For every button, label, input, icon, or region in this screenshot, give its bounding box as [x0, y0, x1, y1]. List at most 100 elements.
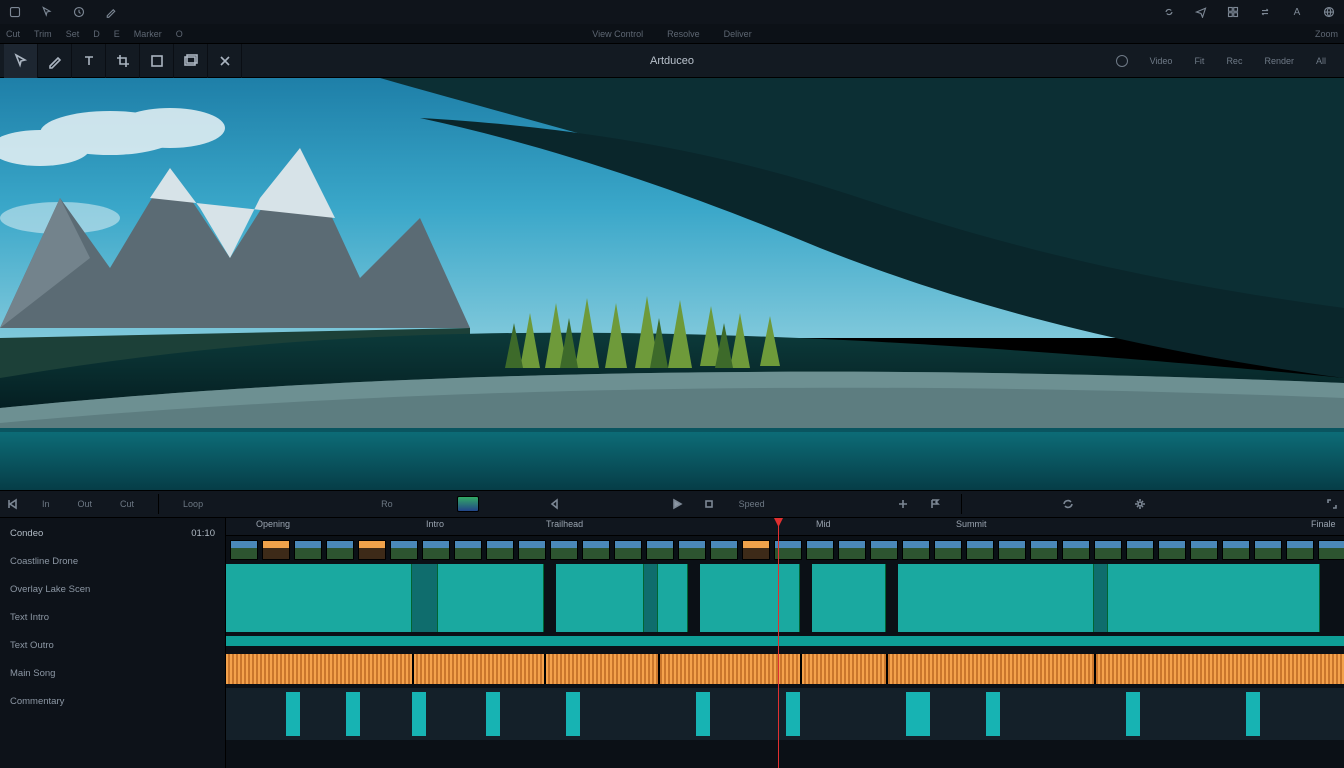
menu-item[interactable]: E — [114, 29, 120, 39]
menu-item[interactable]: Trim — [34, 29, 52, 39]
timeline-thumb[interactable] — [1254, 540, 1282, 560]
track-row[interactable]: Text Intro — [10, 612, 215, 623]
toolbar-opt[interactable]: All — [1316, 56, 1326, 66]
video-clip[interactable] — [556, 564, 644, 632]
timeline-thumb[interactable] — [1062, 540, 1090, 560]
timeline-thumb[interactable] — [614, 540, 642, 560]
marker-block[interactable] — [786, 692, 800, 736]
video-clip[interactable] — [644, 564, 658, 632]
marker-add-icon[interactable] — [897, 498, 909, 510]
menu-item[interactable]: D — [93, 29, 100, 39]
timeline-thumb[interactable] — [646, 540, 674, 560]
timeline-thumb[interactable] — [390, 540, 418, 560]
pen-icon[interactable] — [104, 5, 118, 19]
transport-out[interactable]: Out — [74, 499, 97, 509]
timeline-thumb[interactable] — [518, 540, 546, 560]
tool-text[interactable] — [72, 44, 106, 78]
timeline-ruler[interactable]: OpeningIntroTrailheadMidSummitFinale — [226, 518, 1344, 536]
pointer-icon[interactable] — [40, 5, 54, 19]
swap-icon[interactable] — [1258, 5, 1272, 19]
grid-icon[interactable] — [1226, 5, 1240, 19]
timeline-thumb[interactable] — [742, 540, 770, 560]
audio-lane-1[interactable] — [226, 654, 1344, 684]
marker-block[interactable] — [1246, 692, 1260, 736]
transport-speed[interactable]: Speed — [735, 499, 769, 509]
marker-block[interactable] — [486, 692, 500, 736]
timeline-thumb[interactable] — [1094, 540, 1122, 560]
timeline-thumb[interactable] — [1158, 540, 1186, 560]
menu-item[interactable]: O — [176, 29, 183, 39]
workspace-tab[interactable]: Resolve — [667, 29, 700, 39]
preview-monitor[interactable] — [0, 78, 1344, 490]
marker-block[interactable] — [1126, 692, 1140, 736]
menu-item[interactable]: Set — [66, 29, 80, 39]
tool-frame[interactable] — [140, 44, 174, 78]
track-row[interactable]: Coastline Drone — [10, 556, 215, 567]
timeline-thumb[interactable] — [678, 540, 706, 560]
video-lane-2[interactable] — [226, 688, 1344, 740]
video-clip[interactable] — [1094, 564, 1108, 632]
timeline-thumb[interactable] — [294, 540, 322, 560]
play-icon[interactable] — [671, 498, 683, 510]
send-icon[interactable] — [1194, 5, 1208, 19]
video-clip[interactable] — [658, 564, 688, 632]
timeline-thumb[interactable] — [358, 540, 386, 560]
transport-in[interactable]: In — [38, 499, 54, 509]
toolbar-opt[interactable]: Rec — [1226, 56, 1242, 66]
letter-a-icon[interactable]: A — [1290, 5, 1304, 19]
tool-fx[interactable] — [208, 44, 242, 78]
current-frame-thumb[interactable] — [457, 496, 479, 512]
timeline-thumb[interactable] — [1286, 540, 1314, 560]
timeline-thumb[interactable] — [550, 540, 578, 560]
menu-item[interactable]: Marker — [134, 29, 162, 39]
tool-layers[interactable] — [174, 44, 208, 78]
goto-start-icon[interactable] — [6, 498, 18, 510]
track-row[interactable]: Main Song — [10, 668, 215, 679]
timeline-thumb[interactable] — [710, 540, 738, 560]
timeline-thumb[interactable] — [838, 540, 866, 560]
timeline-thumb[interactable] — [262, 540, 290, 560]
marker-block[interactable] — [986, 692, 1000, 736]
marker-block[interactable] — [916, 692, 930, 736]
video-clip[interactable] — [1108, 564, 1320, 632]
transport-loop[interactable]: Loop — [179, 499, 207, 509]
timeline-thumb[interactable] — [1030, 540, 1058, 560]
timeline-thumb[interactable] — [870, 540, 898, 560]
video-clip[interactable] — [226, 564, 412, 632]
settings-icon[interactable] — [1134, 498, 1146, 510]
video-clip[interactable] — [438, 564, 544, 632]
globe-icon[interactable] — [1322, 5, 1336, 19]
timeline-thumb[interactable] — [1126, 540, 1154, 560]
track-row[interactable]: Overlay Lake Scen — [10, 584, 215, 595]
timeline-thumb[interactable] — [486, 540, 514, 560]
toolbar-opt[interactable]: Fit — [1194, 56, 1204, 66]
tool-select[interactable] — [4, 44, 38, 78]
timeline-thumb[interactable] — [806, 540, 834, 560]
timeline-thumb[interactable] — [966, 540, 994, 560]
track-row[interactable]: Text Outro — [10, 640, 215, 651]
toolbar-opt[interactable]: Video — [1150, 56, 1173, 66]
thumbnail-lane[interactable] — [226, 540, 1344, 560]
video-clip[interactable] — [700, 564, 800, 632]
marker-block[interactable] — [286, 692, 300, 736]
timeline-thumb[interactable] — [454, 540, 482, 560]
tool-pen[interactable] — [38, 44, 72, 78]
marker-block[interactable] — [412, 692, 426, 736]
marker-block[interactable] — [696, 692, 710, 736]
timeline-thumb[interactable] — [902, 540, 930, 560]
loop-icon[interactable] — [1062, 498, 1074, 510]
video-clip[interactable] — [412, 564, 438, 632]
workspace-tab[interactable]: View Control — [592, 29, 643, 39]
fullscreen-icon[interactable] — [1326, 498, 1338, 510]
menu-item[interactable]: Cut — [6, 29, 20, 39]
timeline-thumb[interactable] — [998, 540, 1026, 560]
timeline[interactable]: OpeningIntroTrailheadMidSummitFinale — [226, 518, 1344, 768]
workspace-tab[interactable]: Deliver — [724, 29, 752, 39]
timeline-thumb[interactable] — [230, 540, 258, 560]
marker-block[interactable] — [346, 692, 360, 736]
video-lane-1[interactable] — [226, 564, 1344, 632]
transport-cut[interactable]: Cut — [116, 499, 138, 509]
video-lane-strip[interactable] — [226, 636, 1344, 646]
flag-icon[interactable] — [929, 498, 941, 510]
timeline-thumb[interactable] — [582, 540, 610, 560]
